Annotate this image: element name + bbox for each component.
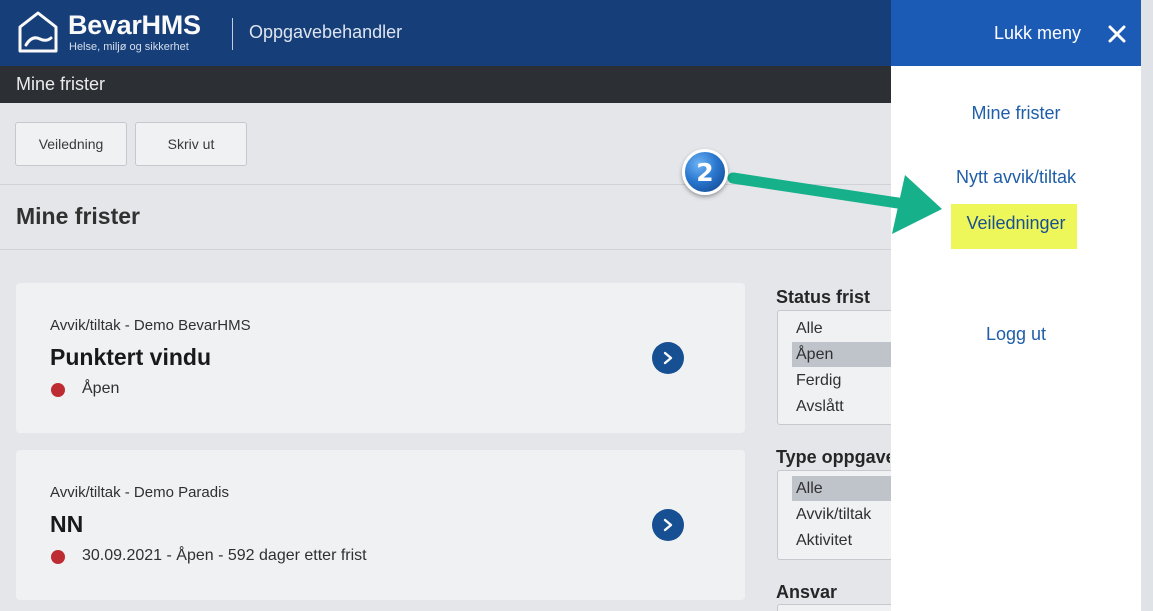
filter-option-selected[interactable]: Alle	[796, 480, 823, 498]
responsibility-filter-label: Ansvar	[776, 582, 838, 602]
task-card[interactable]: Avvik/tiltak - Demo Paradis NN 30.09.202…	[16, 450, 745, 600]
status-filter-list[interactable]: Alle Åpen Ferdig Avslått	[777, 310, 892, 425]
sub-header-title: Mine frister	[16, 74, 106, 94]
print-button[interactable]: Skriv ut	[135, 122, 247, 166]
side-menu	[891, 0, 1141, 611]
task-title: Punktert vindu	[50, 344, 212, 370]
task-status: Åpen	[82, 380, 120, 397]
guide-button[interactable]: Veiledning	[15, 122, 127, 166]
task-title: NN	[50, 511, 84, 537]
filter-option-selected[interactable]: Åpen	[796, 346, 833, 364]
filter-option[interactable]: Avvik/tiltak	[796, 506, 871, 524]
brand-name[interactable]: BevarHMS	[68, 10, 201, 41]
filter-option[interactable]: Alle	[796, 320, 823, 338]
task-subtitle: Avvik/tiltak - Demo Paradis	[50, 484, 229, 501]
chevron-right-icon	[663, 351, 673, 365]
menu-item-logout[interactable]: Logg ut	[891, 324, 1141, 345]
type-filter-list[interactable]: Alle Avvik/tiltak Aktivitet	[777, 470, 892, 560]
filter-option[interactable]: Avslått	[796, 398, 844, 416]
status-dot-icon	[51, 550, 65, 564]
menu-item-guides[interactable]: Veiledninger	[891, 213, 1141, 234]
menu-item-my-deadlines[interactable]: Mine frister	[891, 103, 1141, 124]
status-filter-label: Status frist	[776, 287, 871, 307]
filter-option[interactable]: Ferdig	[796, 372, 841, 390]
divider	[0, 184, 891, 185]
step-number-badge: 2	[682, 149, 728, 195]
type-filter-label: Type oppgave	[776, 447, 890, 467]
close-menu-label[interactable]: Lukk meny	[994, 23, 1081, 44]
responsibility-filter-list[interactable]	[777, 604, 891, 611]
brand-tagline: Helse, miljø og sikkerhet	[69, 41, 189, 53]
task-card[interactable]: Avvik/tiltak - Demo BevarHMS Punktert vi…	[16, 283, 745, 433]
close-icon[interactable]	[1106, 23, 1128, 45]
window-edge	[1141, 0, 1153, 611]
app-title: Oppgavebehandler	[249, 22, 403, 42]
task-status: 30.09.2021 - Åpen - 592 dager etter fris…	[82, 547, 367, 564]
chevron-right-icon	[663, 518, 673, 532]
status-dot-icon	[51, 383, 65, 397]
open-task-button[interactable]	[652, 509, 684, 541]
open-task-button[interactable]	[652, 342, 684, 374]
house-logo-icon	[18, 11, 58, 53]
menu-item-new-deviation[interactable]: Nytt avvik/tiltak	[891, 167, 1141, 188]
page-title: Mine frister	[16, 203, 140, 229]
task-subtitle: Avvik/tiltak - Demo BevarHMS	[50, 317, 251, 334]
header-divider	[232, 18, 233, 50]
divider	[0, 249, 891, 250]
filter-option[interactable]: Aktivitet	[796, 532, 852, 550]
